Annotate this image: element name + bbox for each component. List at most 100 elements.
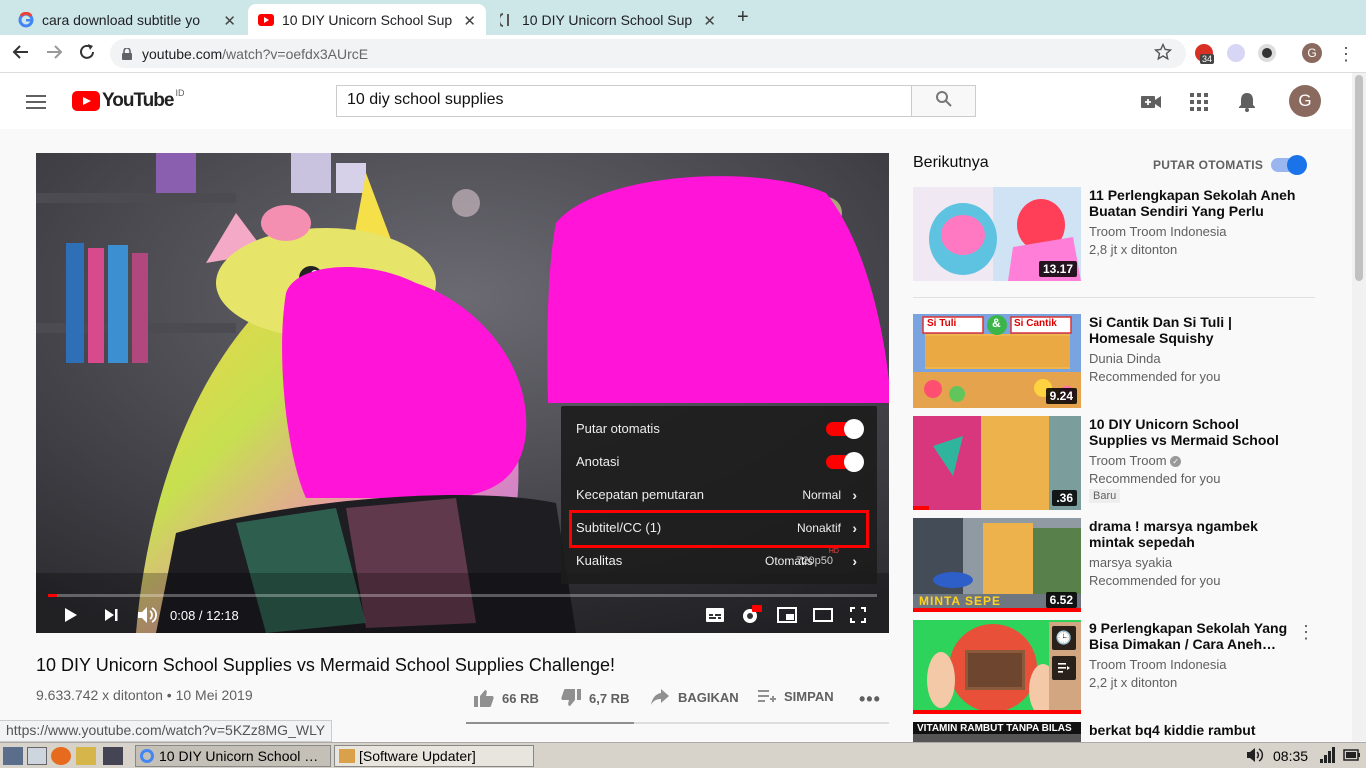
video-title[interactable]: berkat bq4 kiddie rambut bbox=[1089, 722, 1301, 738]
like-count: 66 RB bbox=[502, 690, 539, 706]
menu-annotations[interactable]: Anotasi bbox=[561, 445, 877, 478]
video-title[interactable]: drama ! marsya ngambek mintak sepedah bbox=[1089, 518, 1301, 550]
new-tab-button[interactable]: + bbox=[737, 6, 749, 29]
autoplay-toggle-switch[interactable] bbox=[1271, 155, 1307, 175]
recommended-video-2[interactable]: Si Tuli & Si Cantik 9.24 Si Cantik Dan S… bbox=[913, 314, 1315, 408]
more-actions-icon[interactable]: ••• bbox=[859, 689, 881, 710]
video-duration: 9.24 bbox=[1045, 388, 1077, 404]
back-arrow-icon[interactable] bbox=[12, 43, 30, 66]
search-input[interactable]: 10 diy school supplies bbox=[336, 85, 912, 117]
close-icon[interactable]: ✕ bbox=[703, 12, 716, 30]
youtube-play-logo-icon bbox=[72, 91, 100, 111]
tab-google-search[interactable]: cara download subtitle yo ✕ bbox=[8, 4, 246, 35]
notifications-bell-icon[interactable] bbox=[1236, 91, 1258, 113]
battery-icon[interactable] bbox=[1343, 747, 1361, 768]
reload-icon[interactable] bbox=[78, 43, 96, 66]
save-button[interactable]: SIMPAN bbox=[758, 689, 834, 704]
channel-name[interactable]: marsya syakia bbox=[1089, 555, 1172, 570]
chevron-right-icon: › bbox=[852, 486, 857, 503]
file-manager-icon[interactable] bbox=[27, 747, 47, 765]
play-icon[interactable] bbox=[62, 605, 80, 625]
video-thumbnail[interactable]: 13.17 bbox=[913, 187, 1081, 281]
translate-extension-icon[interactable] bbox=[1227, 44, 1245, 62]
channel-name[interactable]: Dunia Dinda bbox=[1089, 351, 1161, 366]
close-icon[interactable]: ✕ bbox=[223, 12, 236, 30]
recommended-video-5[interactable]: 🕒 9 Perlengkapan Sekolah Yang Bisa Dimak… bbox=[913, 620, 1315, 714]
hamburger-menu-icon[interactable] bbox=[26, 95, 46, 109]
view-count: 9.633.742 x ditonton bbox=[36, 687, 163, 703]
video-title: 10 DIY Unicorn School Supplies vs Mermai… bbox=[36, 655, 615, 675]
share-arrow-icon bbox=[651, 689, 669, 705]
taskbar-window-chrome[interactable]: 10 DIY Unicorn School … bbox=[135, 745, 331, 767]
recommended-video-6[interactable]: VITAMIN RAMBUT TANPA BILAS berkat bq4 ki… bbox=[913, 722, 1315, 742]
browser-menu-icon[interactable]: ⋮ bbox=[1337, 44, 1355, 65]
view-count: 2,8 jt x ditonton bbox=[1089, 242, 1178, 257]
video-player[interactable]: Putar otomatis Anotasi Kecepatan pemutar… bbox=[36, 153, 889, 633]
like-button[interactable]: 66 RB bbox=[474, 689, 539, 707]
youtube-logo[interactable]: YouTube ID bbox=[72, 88, 184, 112]
more-options-icon[interactable]: ⋮ bbox=[1297, 622, 1315, 643]
network-signal-icon[interactable] bbox=[1320, 747, 1336, 768]
app-launcher-icon[interactable] bbox=[76, 747, 96, 765]
show-desktop-icon[interactable] bbox=[3, 747, 23, 765]
settings-gear-icon[interactable] bbox=[740, 605, 762, 625]
autoplay-label: PUTAR OTOMATIS bbox=[1153, 158, 1264, 172]
video-title[interactable]: Si Cantik Dan Si Tuli | Homesale Squishy bbox=[1089, 314, 1301, 346]
add-to-queue-icon[interactable] bbox=[1052, 656, 1076, 680]
channel-name[interactable]: Troom Troom ✓ bbox=[1089, 453, 1182, 468]
volume-icon[interactable] bbox=[136, 605, 158, 625]
address-bar[interactable]: youtube.com/watch?v=oefdx3AUrcE bbox=[110, 39, 1186, 68]
taskbar-window-software-updater[interactable]: [Software Updater] bbox=[334, 745, 534, 767]
tab-youtube-loading[interactable]: 10 DIY Unicorn School Sup ✕ bbox=[488, 4, 726, 35]
subtitles-icon[interactable] bbox=[705, 605, 725, 625]
video-thumbnail[interactable]: 🕒 bbox=[913, 620, 1081, 714]
logo-text: YouTube bbox=[102, 90, 174, 111]
bookmark-star-icon[interactable] bbox=[1153, 42, 1173, 64]
firefox-icon[interactable] bbox=[51, 747, 71, 765]
recommended-video-3[interactable]: .36 10 DIY Unicorn School Supplies vs Me… bbox=[913, 416, 1315, 510]
dislike-button[interactable]: 6,7 RB bbox=[561, 689, 629, 707]
apps-grid-icon[interactable] bbox=[1188, 91, 1210, 113]
taskbar-window-title: [Software Updater] bbox=[359, 748, 476, 764]
theater-mode-icon[interactable] bbox=[813, 605, 833, 625]
miniplayer-icon[interactable] bbox=[777, 605, 797, 625]
next-video-icon[interactable] bbox=[102, 605, 120, 625]
thumbnail-caption: Si Cantik bbox=[1014, 318, 1057, 329]
dislike-count: 6,7 RB bbox=[589, 690, 630, 706]
video-title[interactable]: 11 Perlengkapan Sekolah Aneh Buatan Send… bbox=[1089, 187, 1301, 219]
video-thumbnail[interactable]: .36 bbox=[913, 416, 1081, 510]
menu-autoplay[interactable]: Putar otomatis bbox=[561, 412, 877, 445]
watch-progress-bar bbox=[913, 608, 1081, 612]
watch-later-clock-icon[interactable]: 🕒 bbox=[1052, 626, 1076, 650]
share-button[interactable]: BAGIKAN bbox=[650, 689, 739, 705]
channel-name[interactable]: Troom Troom Indonesia bbox=[1089, 657, 1227, 672]
tab-youtube-active[interactable]: 10 DIY Unicorn School Sup ✕ bbox=[248, 4, 486, 35]
progress-bar[interactable] bbox=[48, 594, 877, 597]
create-video-icon[interactable] bbox=[1140, 91, 1162, 113]
menu-quality-label: Kualitas bbox=[576, 553, 623, 568]
annotations-toggle[interactable] bbox=[826, 451, 864, 472]
recommended-video-4[interactable]: MINTA SEPE 6.52 drama ! marsya ngambek m… bbox=[913, 518, 1315, 612]
fullscreen-icon[interactable] bbox=[849, 605, 867, 625]
video-title[interactable]: 10 DIY Unicorn School Supplies vs Mermai… bbox=[1089, 416, 1301, 448]
video-title[interactable]: 9 Perlengkapan Sekolah Yang Bisa Dimakan… bbox=[1089, 620, 1301, 652]
video-thumbnail[interactable]: MINTA SEPE 6.52 bbox=[913, 518, 1081, 612]
scrollbar-thumb[interactable] bbox=[1355, 75, 1363, 281]
search-button[interactable] bbox=[911, 85, 976, 117]
close-icon[interactable]: ✕ bbox=[463, 12, 476, 30]
video-thumbnail[interactable]: Si Tuli & Si Cantik 9.24 bbox=[913, 314, 1081, 408]
menu-quality[interactable]: Kualitas Otomatis 720p50 HD › bbox=[561, 544, 877, 577]
profile-avatar[interactable]: G bbox=[1302, 43, 1322, 63]
screenshot-tool-icon[interactable] bbox=[103, 747, 123, 765]
volume-tray-icon[interactable] bbox=[1246, 747, 1264, 768]
recommended-video-1[interactable]: 13.17 11 Perlengkapan Sekolah Aneh Buata… bbox=[913, 187, 1315, 281]
video-thumbnail[interactable]: VITAMIN RAMBUT TANPA BILAS bbox=[913, 722, 1081, 742]
user-avatar[interactable]: G bbox=[1289, 85, 1321, 117]
menu-playback-speed[interactable]: Kecepatan pemutaran Normal › bbox=[561, 478, 877, 511]
page-scrollbar[interactable] bbox=[1352, 73, 1366, 741]
autoplay-toggle[interactable] bbox=[826, 418, 864, 439]
forward-arrow-icon[interactable] bbox=[45, 43, 63, 66]
channel-name[interactable]: Troom Troom Indonesia bbox=[1089, 224, 1227, 239]
incognito-extension-icon[interactable] bbox=[1258, 44, 1276, 62]
url-path: /watch?v=oefdx3AUrcE bbox=[222, 45, 369, 62]
